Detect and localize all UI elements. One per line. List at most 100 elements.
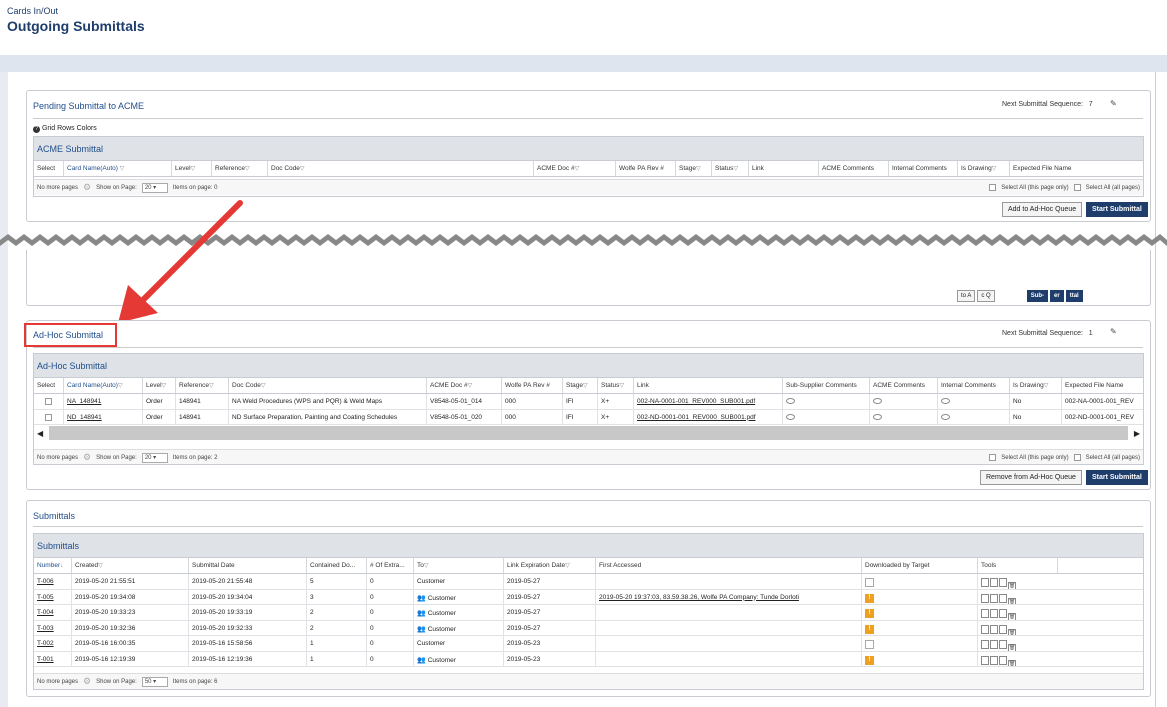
col-submittal-date[interactable]: Submittal Date bbox=[189, 558, 307, 573]
filter-icon[interactable]: ▽ bbox=[468, 383, 473, 389]
col-extra[interactable]: # Of Extra... bbox=[367, 558, 414, 573]
partial-button-b[interactable]: c Q bbox=[977, 290, 995, 302]
send-icon[interactable] bbox=[999, 609, 1007, 618]
file-link[interactable]: 002-NA-0001-001_REV000_SUB001.pdf bbox=[634, 394, 783, 409]
submittal-number-link[interactable]: T-002 bbox=[34, 636, 72, 651]
table-row[interactable]: T-003 2019-05-20 19:32:36 2019-05-20 19:32… bbox=[34, 620, 1143, 636]
row-checkbox[interactable] bbox=[45, 413, 52, 421]
comment-icon[interactable] bbox=[786, 398, 795, 404]
filter-icon[interactable]: ▽ bbox=[583, 383, 588, 389]
col-subsupplier-comments[interactable]: Sub-Supplier Comments bbox=[783, 378, 870, 393]
comment-icon[interactable] bbox=[786, 413, 795, 420]
table-row[interactable]: T-004 2019-05-20 19:33:23 2019-05-20 19:33… bbox=[34, 605, 1143, 621]
delete-icon[interactable]: 🗑 bbox=[1008, 597, 1016, 604]
download-icon[interactable] bbox=[981, 609, 989, 618]
col-expected-file[interactable]: Expected File Name bbox=[1010, 161, 1135, 176]
download-warning-icon[interactable]: ! bbox=[865, 593, 874, 603]
col-stage[interactable]: Stage▽ bbox=[563, 378, 598, 393]
col-created[interactable]: Created▽ bbox=[72, 558, 189, 573]
col-first-accessed[interactable]: First Accessed bbox=[596, 558, 862, 573]
col-card-name[interactable]: Card Name(Auto) ▽ bbox=[64, 161, 172, 176]
download-warning-icon[interactable]: ! bbox=[865, 624, 874, 634]
send-icon[interactable] bbox=[999, 578, 1007, 587]
download-all-icon[interactable] bbox=[990, 578, 998, 587]
col-link-expiration[interactable]: Link Expiration Date▽ bbox=[504, 558, 596, 573]
start-submittal-button[interactable]: Start Submittal bbox=[1086, 470, 1148, 485]
card-name-link[interactable]: NA_148941 bbox=[64, 394, 143, 409]
download-icon[interactable] bbox=[981, 593, 989, 603]
page-size-select[interactable]: 20 ▾ bbox=[141, 182, 168, 193]
comment-icon[interactable] bbox=[873, 398, 882, 404]
col-tools[interactable]: Tools bbox=[978, 558, 1058, 573]
submittal-number-link[interactable]: T-003 bbox=[34, 620, 72, 635]
download-status-icon[interactable] bbox=[865, 578, 874, 587]
add-to-adhoc-button[interactable]: Add to Ad-Hoc Queue bbox=[1002, 202, 1083, 217]
remove-from-adhoc-button[interactable]: Remove from Ad-Hoc Queue bbox=[980, 470, 1082, 485]
col-status[interactable]: Status▽ bbox=[598, 378, 634, 393]
filter-icon[interactable]: ▽ bbox=[209, 383, 214, 389]
send-icon[interactable] bbox=[999, 655, 1007, 665]
submittal-number-link[interactable]: T-006 bbox=[34, 574, 72, 589]
refresh-icon[interactable]: ⚙ bbox=[83, 676, 91, 687]
col-downloaded[interactable]: Downloaded by Target bbox=[862, 558, 978, 573]
col-is-drawing[interactable]: Is Drawing▽ bbox=[1010, 378, 1062, 393]
partial-button-d[interactable]: er bbox=[1050, 290, 1064, 302]
refresh-icon[interactable]: ⚙ bbox=[83, 452, 91, 463]
download-all-icon[interactable] bbox=[990, 624, 998, 634]
col-reference[interactable]: Reference▽ bbox=[212, 161, 268, 176]
page-size-select[interactable]: 50 ▾ bbox=[141, 676, 168, 687]
grid-rows-colors[interactable]: ? Grid Rows Colors bbox=[33, 125, 97, 133]
table-row[interactable]: T-006 2019-05-20 21:55:51 2019-05-20 21:55… bbox=[34, 574, 1143, 590]
partial-button-e[interactable]: ttal bbox=[1065, 290, 1083, 302]
table-row[interactable]: T-001 2019-05-16 12:19:39 2019-05-16 12:19… bbox=[34, 651, 1143, 667]
filter-icon[interactable]: ▽ bbox=[696, 166, 701, 172]
submittal-number-link[interactable]: T-004 bbox=[34, 605, 72, 620]
col-link[interactable]: Link bbox=[634, 378, 783, 393]
download-icon[interactable] bbox=[981, 640, 989, 649]
file-link[interactable]: 002-ND-0001-001_REV000_SUB001.pdf bbox=[634, 409, 783, 424]
filter-icon[interactable]: ▽ bbox=[118, 383, 123, 389]
filter-icon[interactable]: ▽ bbox=[733, 166, 738, 172]
download-all-icon[interactable] bbox=[990, 655, 998, 665]
col-expected-file[interactable]: Expected File Name bbox=[1062, 378, 1142, 393]
edit-pencil-icon[interactable]: ✎ bbox=[1110, 99, 1117, 108]
col-number[interactable]: Number↓ bbox=[34, 558, 72, 573]
download-warning-icon[interactable]: ! bbox=[865, 609, 874, 618]
filter-icon[interactable]: ▽ bbox=[98, 563, 103, 569]
submittal-number-link[interactable]: T-005 bbox=[34, 589, 72, 604]
comment-icon[interactable] bbox=[941, 413, 950, 420]
filter-icon[interactable]: ▽ bbox=[300, 166, 305, 172]
horizontal-scrollbar[interactable]: ◀ ▶ bbox=[34, 425, 1143, 441]
filter-icon[interactable]: ▽ bbox=[245, 166, 250, 172]
scroll-right-icon[interactable]: ▶ bbox=[1131, 429, 1143, 438]
col-status[interactable]: Status▽ bbox=[712, 161, 749, 176]
delete-icon[interactable]: 🗑 bbox=[1008, 582, 1016, 589]
col-level[interactable]: Level▽ bbox=[143, 378, 176, 393]
sort-icon[interactable]: ↓ bbox=[60, 563, 63, 569]
filter-icon[interactable]: ▽ bbox=[1044, 383, 1049, 389]
send-icon[interactable] bbox=[999, 624, 1007, 634]
table-row[interactable]: T-002 2019-05-16 16:00:35 2019-05-16 15:58… bbox=[34, 636, 1143, 652]
card-name-link[interactable]: ND_148941 bbox=[64, 409, 143, 424]
col-doc-code[interactable]: Doc Code▽ bbox=[268, 161, 534, 176]
download-icon[interactable] bbox=[981, 655, 989, 665]
col-acme-comments[interactable]: ACME Comments bbox=[819, 161, 889, 176]
select-all-pages-checkbox[interactable] bbox=[1073, 184, 1081, 191]
row-checkbox[interactable] bbox=[45, 398, 52, 405]
delete-icon[interactable]: 🗑 bbox=[1008, 644, 1016, 651]
page-size-select[interactable]: 20 ▾ bbox=[141, 452, 168, 463]
breadcrumb[interactable]: Cards In/Out bbox=[7, 6, 58, 16]
delete-icon[interactable]: 🗑 bbox=[1008, 628, 1016, 635]
send-icon[interactable] bbox=[999, 593, 1007, 603]
table-row[interactable]: T-005 2019-05-20 19:34:08 2019-05-20 19:34… bbox=[34, 589, 1143, 605]
download-status-icon[interactable] bbox=[865, 640, 874, 649]
cell-first-accessed[interactable]: 2019-05-20 19:37:03, 83.59.38.26, Wolfe … bbox=[596, 589, 862, 604]
download-all-icon[interactable] bbox=[990, 609, 998, 618]
col-to[interactable]: To▽ bbox=[414, 558, 504, 573]
col-level[interactable]: Level▽ bbox=[172, 161, 212, 176]
col-is-drawing[interactable]: Is Drawing▽ bbox=[958, 161, 1010, 176]
col-card-name[interactable]: Card Name(Auto)▽ bbox=[64, 378, 143, 393]
col-wolfe-rev[interactable]: Wolfe PA Rev # bbox=[616, 161, 676, 176]
delete-icon[interactable]: 🗑 bbox=[1008, 613, 1016, 620]
delete-icon[interactable]: 🗑 bbox=[1008, 659, 1016, 666]
